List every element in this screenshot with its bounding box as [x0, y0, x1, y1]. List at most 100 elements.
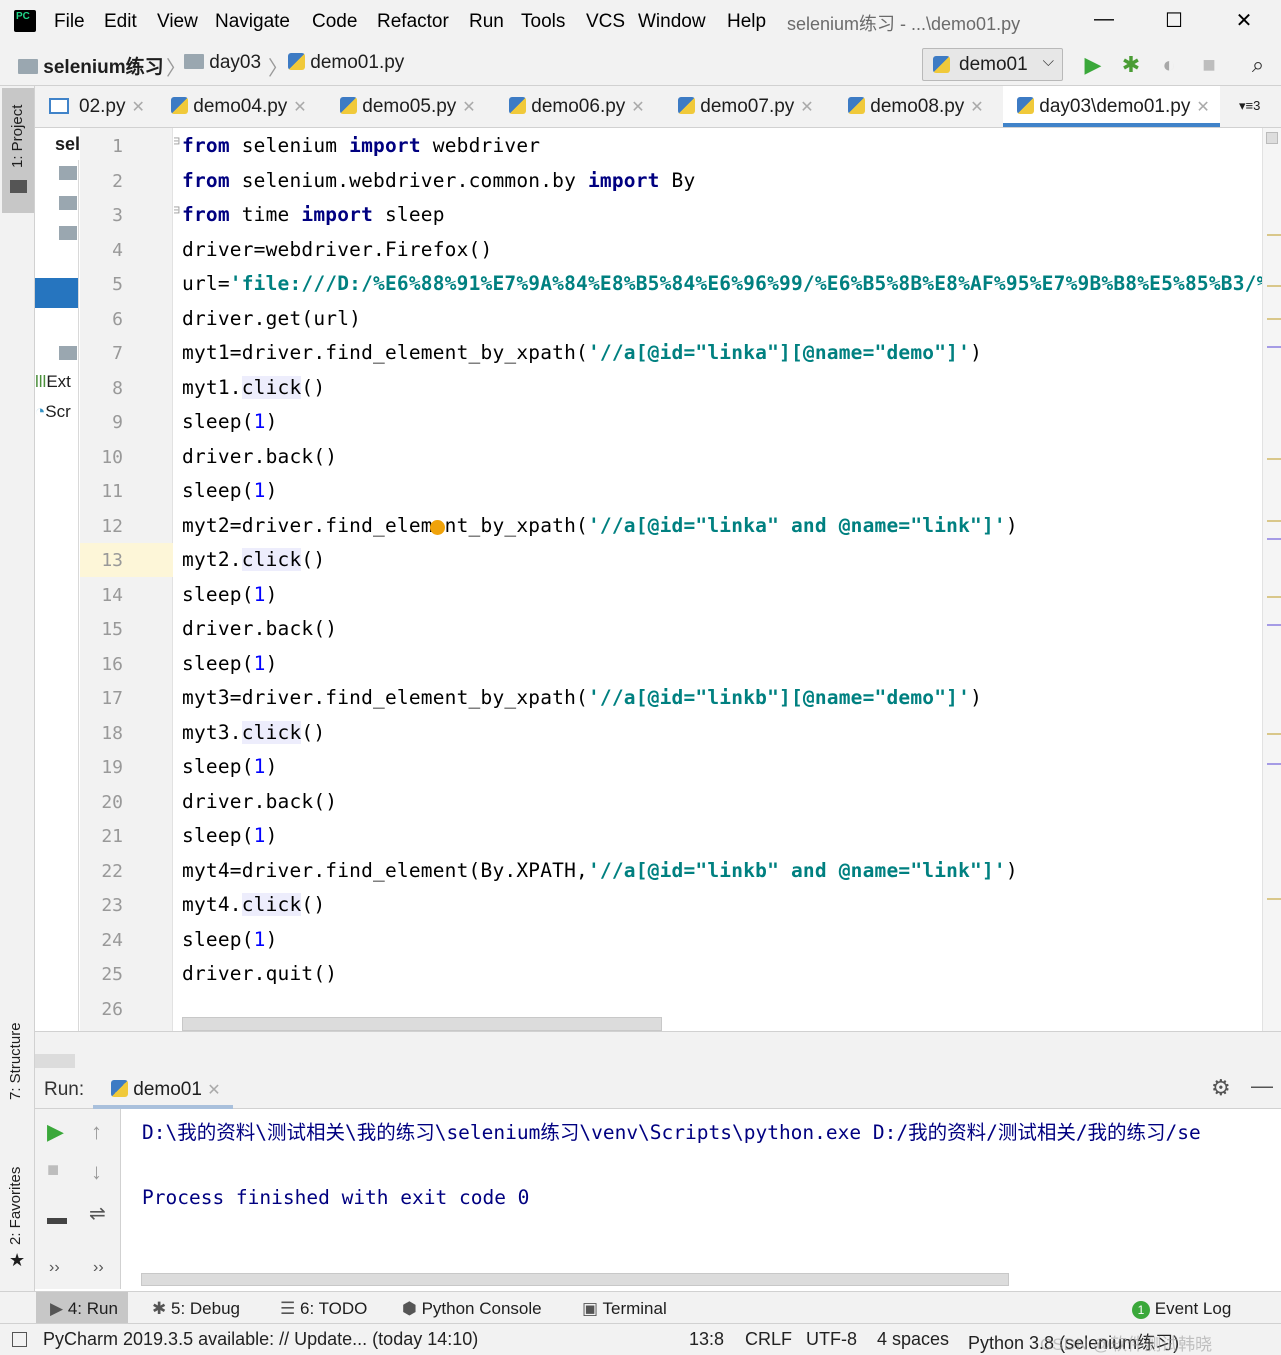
- arrow-up-icon[interactable]: ↑: [91, 1119, 102, 1145]
- coverage-icon[interactable]: ◐: [1156, 52, 1182, 78]
- tab-structure[interactable]: 7: Structure: [0, 1000, 34, 1130]
- hide-icon[interactable]: —: [1251, 1073, 1273, 1099]
- menu-file[interactable]: File: [54, 11, 85, 33]
- project-scrollbar[interactable]: [35, 1054, 75, 1068]
- tool-debug[interactable]: ✱ 5: Debug: [152, 1299, 240, 1319]
- menu-refactor[interactable]: Refactor: [377, 11, 449, 33]
- menu-view[interactable]: View: [157, 11, 198, 33]
- breadcrumb-file[interactable]: demo01.py: [288, 52, 404, 74]
- breadcrumb-project[interactable]: selenium练习: [18, 52, 164, 79]
- status-caret-position[interactable]: 13:8: [689, 1329, 724, 1350]
- code-line-7: myt1=driver.find_element_by_xpath('//a[@…: [182, 341, 983, 364]
- close-tab-icon[interactable]: ✕: [800, 99, 813, 116]
- debug-icon[interactable]: ✱: [1118, 52, 1144, 78]
- typo-mark[interactable]: [1267, 624, 1281, 626]
- close-tab-icon[interactable]: ✕: [293, 99, 306, 116]
- close-tab-icon[interactable]: ✕: [131, 99, 144, 116]
- typo-mark[interactable]: [1267, 763, 1281, 765]
- menu-help[interactable]: Help: [727, 11, 766, 33]
- status-indent[interactable]: 4 spaces: [877, 1329, 949, 1350]
- menu-navigate[interactable]: Navigate: [215, 11, 290, 33]
- close-tab-icon[interactable]: ✕: [207, 1082, 220, 1099]
- tab-02[interactable]: 02.py ✕: [79, 86, 145, 127]
- maximize-button[interactable]: ☐: [1154, 8, 1194, 36]
- warning-mark[interactable]: [1267, 596, 1281, 598]
- run-configuration-select[interactable]: demo01 ⌵: [922, 48, 1063, 81]
- folder-icon[interactable]: [59, 166, 77, 180]
- stop-icon[interactable]: ■: [1196, 52, 1222, 78]
- soft-wrap-icon[interactable]: ⇌: [89, 1201, 106, 1226]
- error-stripe[interactable]: [1262, 128, 1281, 1031]
- folder-icon[interactable]: [59, 346, 77, 360]
- tool-todo[interactable]: ☰ 6: TODO: [280, 1299, 367, 1319]
- warning-mark[interactable]: [1267, 733, 1281, 735]
- scratches-item[interactable]: ◔Scr: [35, 402, 79, 422]
- menu-vcs[interactable]: VCS: [586, 11, 625, 33]
- status-message[interactable]: PyCharm 2019.3.5 available: // Update...…: [43, 1329, 478, 1350]
- menu-window[interactable]: Window: [638, 11, 706, 33]
- intention-bulb-icon[interactable]: [430, 520, 445, 535]
- more-icon[interactable]: ››: [49, 1259, 60, 1277]
- selected-tree-row[interactable]: [35, 278, 78, 308]
- warning-mark[interactable]: [1267, 234, 1281, 236]
- toggle-tool-windows-icon[interactable]: [12, 1332, 27, 1347]
- tab-project[interactable]: 1: Project: [2, 88, 34, 213]
- code-editor[interactable]: ⊟ from selenium import webdriver from sel…: [174, 128, 1264, 1031]
- close-tab-icon[interactable]: ✕: [462, 99, 475, 116]
- tab-demo05[interactable]: demo05.py ✕: [340, 86, 476, 127]
- project-root[interactable]: sel: [35, 128, 79, 160]
- editor-horizontal-scrollbar[interactable]: [182, 1017, 662, 1031]
- search-icon[interactable]: ⌕: [1245, 52, 1271, 78]
- warning-mark[interactable]: [1267, 318, 1281, 320]
- minimize-button[interactable]: —: [1084, 8, 1124, 36]
- more-icon[interactable]: ››: [93, 1259, 104, 1277]
- close-window-button[interactable]: ✕: [1224, 8, 1264, 36]
- fold-icon[interactable]: ⊟: [174, 134, 180, 149]
- close-tab-icon[interactable]: ✕: [970, 99, 983, 116]
- tab-demo07[interactable]: demo07.py ✕: [678, 86, 814, 127]
- list-icon: ☰: [280, 1299, 296, 1318]
- warning-mark[interactable]: [1267, 898, 1281, 900]
- stop-icon[interactable]: ■: [47, 1159, 59, 1182]
- tool-run[interactable]: ▶ 4: Run: [50, 1299, 118, 1319]
- warning-mark[interactable]: [1267, 285, 1281, 287]
- project-view-icon[interactable]: [49, 98, 69, 114]
- tool-python-console[interactable]: ⬢ Python Console: [402, 1299, 542, 1319]
- rerun-icon[interactable]: ▶: [47, 1119, 64, 1145]
- menu-code[interactable]: Code: [312, 11, 357, 33]
- console-output[interactable]: D:\我的资料\测试相关\我的练习\selenium练习\venv\Script…: [122, 1109, 1281, 1289]
- run-icon[interactable]: ▶: [1080, 52, 1106, 78]
- fold-icon[interactable]: ⊟: [174, 203, 180, 218]
- typo-mark[interactable]: [1267, 538, 1281, 540]
- warning-mark[interactable]: [1267, 520, 1281, 522]
- tab-overflow-button[interactable]: ▾≡3: [1239, 98, 1260, 114]
- close-tab-icon[interactable]: ✕: [631, 99, 644, 116]
- tab-demo06[interactable]: demo06.py ✕: [509, 86, 645, 127]
- run-tab-demo01[interactable]: demo01 ✕: [93, 1069, 233, 1109]
- code-line-17: myt3=driver.find_element_by_xpath('//a[@…: [182, 686, 983, 709]
- close-tab-icon[interactable]: ✕: [1196, 99, 1209, 116]
- tab-day03-demo01[interactable]: day03\demo01.py ✕: [1003, 86, 1220, 127]
- gear-icon[interactable]: ⚙: [1211, 1075, 1231, 1101]
- status-line-separator[interactable]: CRLF: [745, 1329, 792, 1350]
- warning-mark[interactable]: [1267, 458, 1281, 460]
- console-horizontal-scrollbar[interactable]: [141, 1273, 1009, 1286]
- status-encoding[interactable]: UTF-8: [806, 1329, 857, 1350]
- tool-terminal[interactable]: ▣ Terminal: [582, 1299, 667, 1319]
- typo-mark[interactable]: [1267, 346, 1281, 348]
- layout-icon[interactable]: ▬: [47, 1207, 67, 1230]
- python-file-icon: [848, 97, 865, 114]
- folder-icon[interactable]: [59, 196, 77, 210]
- external-libraries-item[interactable]: lllExt: [35, 372, 79, 392]
- menu-tools[interactable]: Tools: [521, 11, 565, 33]
- tab-demo04[interactable]: demo04.py ✕: [171, 86, 307, 127]
- folder-icon[interactable]: [59, 226, 77, 240]
- tab-favorites[interactable]: 2: Favorites ★: [0, 1150, 34, 1275]
- arrow-down-icon[interactable]: ↓: [91, 1159, 102, 1185]
- tab-demo08[interactable]: demo08.py ✕: [848, 86, 984, 127]
- menu-run[interactable]: Run: [469, 11, 504, 33]
- breadcrumb-folder[interactable]: day03: [184, 52, 261, 74]
- inspection-status-icon[interactable]: [1266, 132, 1278, 144]
- menu-edit[interactable]: Edit: [104, 11, 137, 33]
- tool-event-log[interactable]: 1 Event Log: [1132, 1299, 1231, 1319]
